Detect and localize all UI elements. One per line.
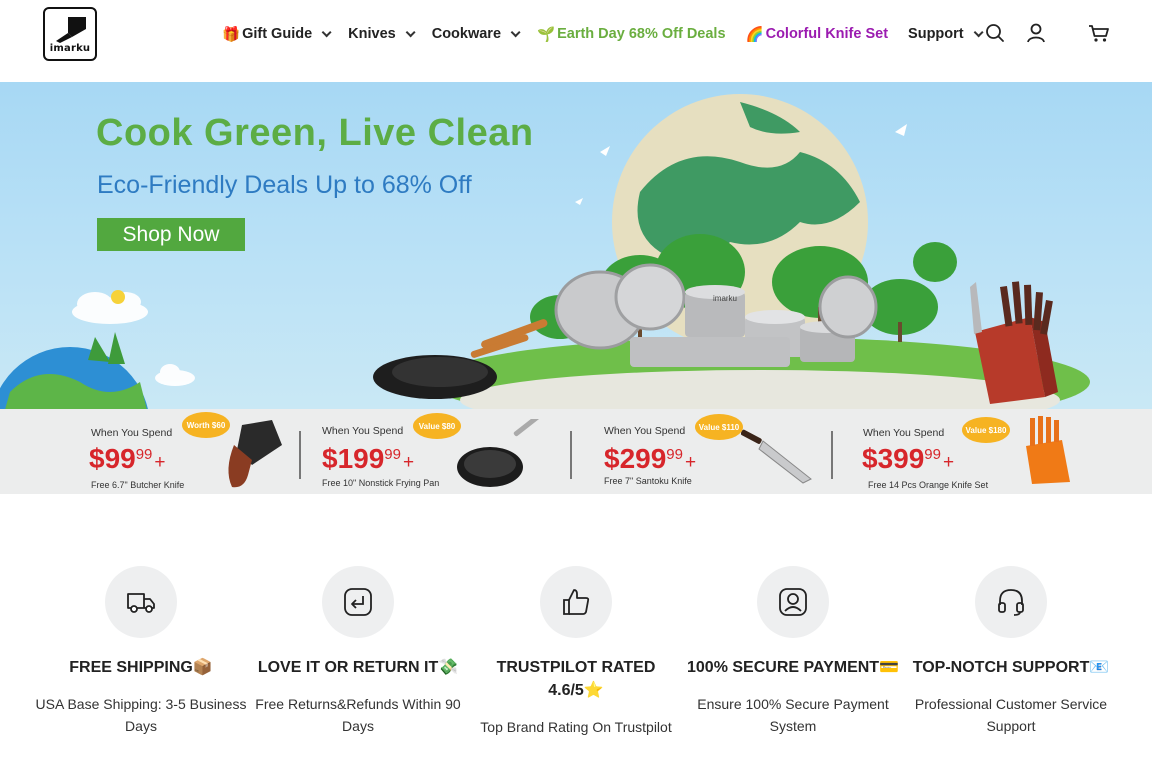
hero-banner[interactable]: imarku Cook Green, Live Clean Eco-Friend… [0, 82, 1152, 409]
nav-cookware[interactable]: Cookware [431, 26, 521, 42]
headset-icon [975, 566, 1047, 638]
nav-colorful-knife-label: Colorful Knife Set [765, 26, 889, 42]
promo-price-cents: 99 [135, 446, 153, 463]
promo-value-badge: Value $180 [962, 417, 1010, 443]
promo-price-cents: 99 [384, 446, 401, 463]
promo-price: $19999 + [322, 443, 414, 475]
promo-price: $29999 + [604, 443, 696, 475]
gift-icon: 🎁 [222, 26, 241, 43]
nav-earth-day-deals[interactable]: 🌱 Earth Day 68% Off Deals [537, 26, 726, 43]
promo-price-dollars: $299 [604, 443, 667, 474]
seedling-icon: 🌱 [537, 26, 556, 43]
features-section: FREE SHIPPING📦 USA Base Shipping: 3-5 Bu… [0, 494, 1152, 768]
feature-description: Top Brand Rating On Trustpilot [480, 719, 672, 735]
promo-price-dollars: $199 [322, 443, 385, 474]
promo-gift-label: Free 14 Pcs Orange Knife Set [868, 480, 989, 490]
santoku-knife-image [741, 429, 812, 484]
promo-gift-label: Free 6.7" Butcher Knife [91, 480, 185, 490]
promo-price-dollars: $399 [862, 443, 925, 474]
nav-knives[interactable]: Knives [348, 26, 416, 42]
promo-offer-299[interactable]: When You Spend $29999 + Free 7" Santoku K… [571, 409, 831, 494]
cleaver-icon [56, 17, 86, 43]
promo-offer-399[interactable]: When You Spend $39999 + Free 14 Pcs Orang… [832, 409, 1132, 494]
site-header: imarku 🎁 Gift Guide Knives Cookware 🌱 Ea… [0, 0, 1152, 82]
promo-value-badge: Value $80 [413, 413, 461, 439]
chevron-down-icon [973, 26, 984, 37]
chevron-down-icon [405, 26, 416, 37]
logo-text: imarku [49, 43, 91, 54]
pan-brand-text: imarku [713, 294, 737, 303]
truck-icon [105, 566, 177, 638]
rainbow-icon: 🌈 [745, 26, 764, 43]
feature-description: Ensure 100% Secure Payment System [697, 696, 889, 734]
nav-earth-day-label: Earth Day 68% Off Deals [557, 26, 726, 42]
feature-description: Free Returns&Refunds Within 90 Days [255, 696, 461, 734]
feature-title: TOP-NOTCH SUPPORT📧 [912, 659, 1110, 676]
chevron-down-icon [510, 26, 521, 37]
butcher-knife-image [228, 420, 282, 488]
search-icon[interactable] [984, 22, 1006, 44]
hero-title: Cook Green, Live Clean [96, 112, 534, 154]
promo-gift-label: Free 7" Santoku Knife [604, 476, 692, 486]
main-nav: 🎁 Gift Guide Knives Cookware 🌱 Earth Day… [222, 24, 1000, 44]
promo-offer-199[interactable]: When You Spend $19999 + Free 10" Nonstick… [300, 409, 570, 494]
promo-value-badge: Value $110 [695, 414, 743, 440]
cart-icon[interactable] [1088, 22, 1110, 44]
promo-price: $9999 + [89, 443, 166, 475]
nav-gift-guide[interactable]: 🎁 Gift Guide [222, 26, 332, 43]
promo-price-cents: 99 [666, 446, 683, 463]
feature-title: LOVE IT OR RETURN IT💸 [257, 659, 459, 676]
feature-title: FREE SHIPPING📦 [69, 659, 213, 676]
promo-spend-label: When You Spend [863, 427, 945, 439]
thumbs-up-icon [540, 566, 612, 638]
orange-knife-set-image [1026, 416, 1070, 484]
feature-description: USA Base Shipping: 3-5 Business Days [35, 696, 247, 734]
nav-gift-guide-label: Gift Guide [242, 26, 313, 42]
nav-knives-label: Knives [348, 26, 396, 42]
shop-now-button[interactable]: Shop Now [97, 218, 245, 251]
promo-price-plus: + [402, 452, 415, 473]
frying-pan-image [457, 419, 543, 487]
feature-description: Professional Customer Service Support [914, 696, 1108, 734]
spend-and-get-promo-strip[interactable]: When You Spend $9999 + Free 6.7" Butcher … [0, 409, 1152, 494]
nav-support-label: Support [908, 26, 964, 42]
promo-price-plus: + [684, 452, 697, 473]
promo-spend-label: When You Spend [322, 425, 404, 437]
nav-colorful-knife-set[interactable]: 🌈 Colorful Knife Set [746, 26, 889, 43]
promo-spend-label: When You Spend [604, 425, 686, 437]
nav-cookware-label: Cookware [431, 26, 502, 42]
feature-title: 100% SECURE PAYMENT💳 [687, 659, 899, 676]
promo-price-plus: + [154, 452, 166, 473]
secure-payment-icon [757, 566, 829, 638]
promo-price-cents: 99 [924, 446, 941, 463]
promo-price-dollars: $99 [89, 443, 136, 474]
return-icon [322, 566, 394, 638]
promo-spend-label: When You Spend [91, 427, 173, 439]
nav-support[interactable]: Support [908, 26, 984, 42]
promo-gift-label: Free 10" Nonstick Frying Pan [322, 478, 440, 488]
promo-price-plus: + [942, 452, 955, 473]
chevron-down-icon [321, 26, 332, 37]
promo-price: $39999 + [862, 443, 954, 475]
account-icon[interactable] [1025, 22, 1047, 44]
feature-title: TRUSTPILOT RATED 4.6/5⭐ [496, 659, 656, 699]
imarku-logo[interactable]: imarku [43, 7, 97, 61]
promo-offer-99[interactable]: When You Spend $9999 + Free 6.7" Butcher … [0, 409, 300, 494]
hero-subtitle: Eco-Friendly Deals Up to 68% Off [97, 171, 472, 199]
